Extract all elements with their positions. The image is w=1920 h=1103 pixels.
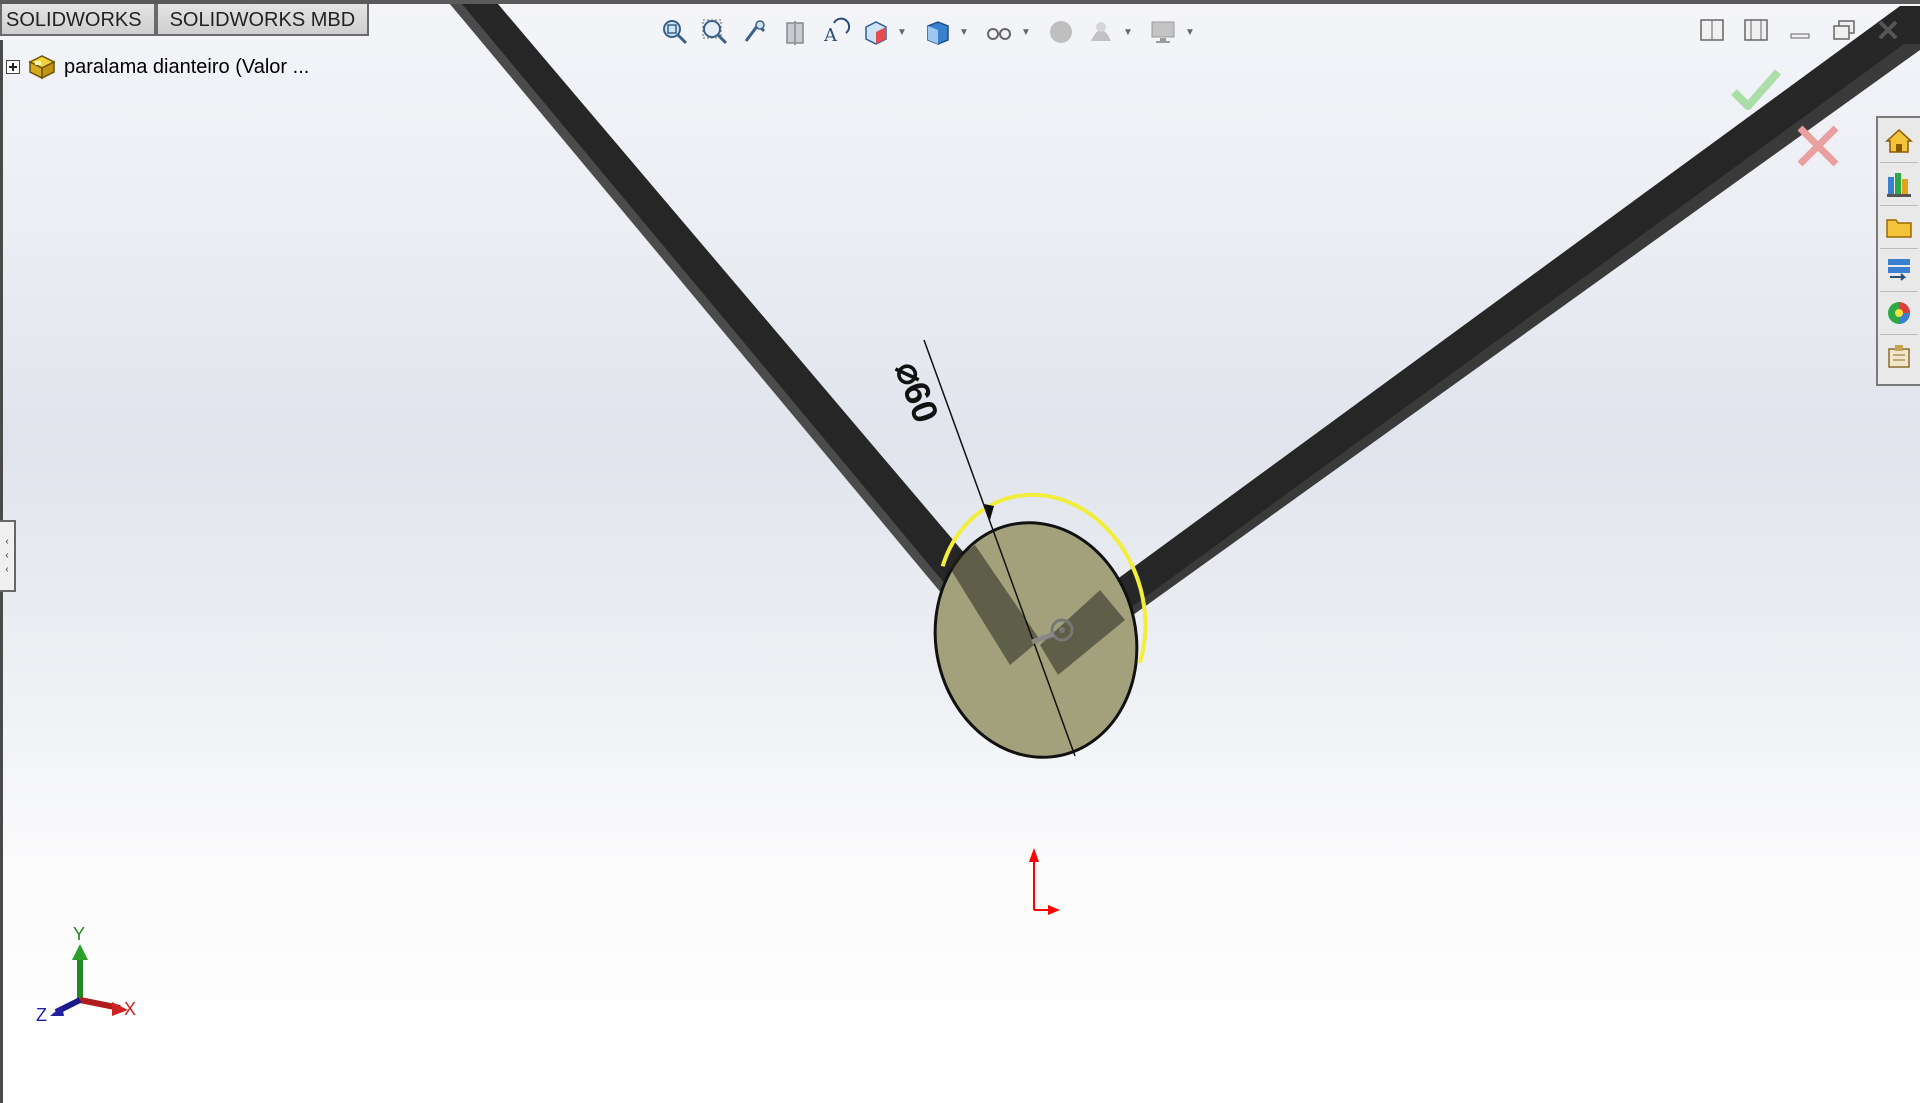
beam-left-highlight	[450, 4, 1000, 654]
dynamic-annotation-views-icon: A	[823, 17, 850, 46]
design-library-icon	[1887, 173, 1911, 197]
chevron-down-icon[interactable]: ▼	[1183, 12, 1197, 52]
previous-view-icon	[744, 20, 766, 42]
close-icon	[1878, 20, 1898, 40]
minimize-button[interactable]	[1782, 14, 1818, 46]
split-horizontal-icon	[1744, 19, 1768, 41]
view-settings-icon	[1151, 21, 1175, 43]
task-pane-appearances-tab[interactable]	[1880, 292, 1918, 335]
viewport-window-controls	[1694, 14, 1906, 46]
display-style-button[interactable]	[917, 12, 957, 52]
home-icon	[1885, 128, 1913, 153]
display-style-icon	[927, 21, 949, 45]
view-orientation-button[interactable]	[855, 12, 895, 52]
cancel-icon[interactable]	[1792, 120, 1844, 172]
zoom-to-fit-icon	[663, 20, 688, 45]
chevron-down-icon[interactable]: ▼	[1019, 12, 1033, 52]
previous-view-button[interactable]	[735, 12, 775, 52]
restore-icon	[1833, 20, 1855, 40]
confirm-icon[interactable]	[1728, 64, 1784, 116]
zoom-to-area-icon	[702, 19, 728, 45]
task-pane-custom-properties-tab[interactable]	[1880, 335, 1918, 377]
view-settings-button[interactable]	[1143, 12, 1183, 52]
chevron-down-icon[interactable]: ▼	[957, 12, 971, 52]
graphics-area[interactable]	[0, 0, 1920, 1103]
split-horizontal-button[interactable]	[1738, 14, 1774, 46]
section-view-button[interactable]	[775, 12, 815, 52]
beam-right[interactable]	[1034, 6, 1920, 664]
dynamic-annotation-views-button[interactable]: A	[815, 12, 855, 52]
chevron-down-icon[interactable]: ▼	[895, 12, 909, 52]
apply-scene-button[interactable]	[1081, 12, 1121, 52]
beam-right-edge	[1056, 44, 1920, 666]
task-pane-tabs	[1876, 116, 1920, 386]
svg-text:A: A	[823, 25, 838, 46]
triad-z-label: Z	[36, 1005, 47, 1025]
chevron-down-icon[interactable]: ▼	[1121, 12, 1135, 52]
appearances-icon	[1888, 302, 1910, 324]
edit-appearance-button[interactable]	[1041, 12, 1081, 52]
section-view-icon	[786, 21, 804, 45]
split-vertical-button[interactable]	[1694, 14, 1730, 46]
view-orientation-icon	[865, 21, 887, 45]
edit-appearance-icon	[1050, 21, 1072, 43]
close-button[interactable]	[1870, 14, 1906, 46]
task-pane-file-explorer-tab[interactable]	[1880, 206, 1918, 249]
apply-scene-icon	[1091, 22, 1111, 41]
split-vertical-icon	[1700, 19, 1724, 41]
zoom-to-area-button[interactable]	[695, 12, 735, 52]
minimize-icon	[1790, 33, 1810, 39]
triad-y-label: Y	[73, 924, 86, 944]
zoom-to-fit-button[interactable]	[655, 12, 695, 52]
hide-show-items-button[interactable]	[979, 12, 1019, 52]
hide-show-items-icon	[987, 28, 1011, 40]
origin-icon	[1029, 848, 1060, 915]
task-pane-design-library-tab[interactable]	[1880, 163, 1918, 206]
triad-x-label: X	[124, 999, 137, 1019]
folder-icon	[1886, 219, 1912, 238]
task-pane-resources-tab[interactable]	[1880, 120, 1918, 163]
restore-button[interactable]	[1826, 14, 1862, 46]
view-palette-icon	[1888, 259, 1910, 281]
custom-properties-icon	[1888, 345, 1910, 368]
heads-up-toolbar: A ▼ ▼ ▼ ▼ ▼	[655, 10, 1197, 54]
pivot-center	[1059, 627, 1065, 633]
task-pane-view-palette-tab[interactable]	[1880, 249, 1918, 292]
reference-triad	[50, 944, 128, 1016]
